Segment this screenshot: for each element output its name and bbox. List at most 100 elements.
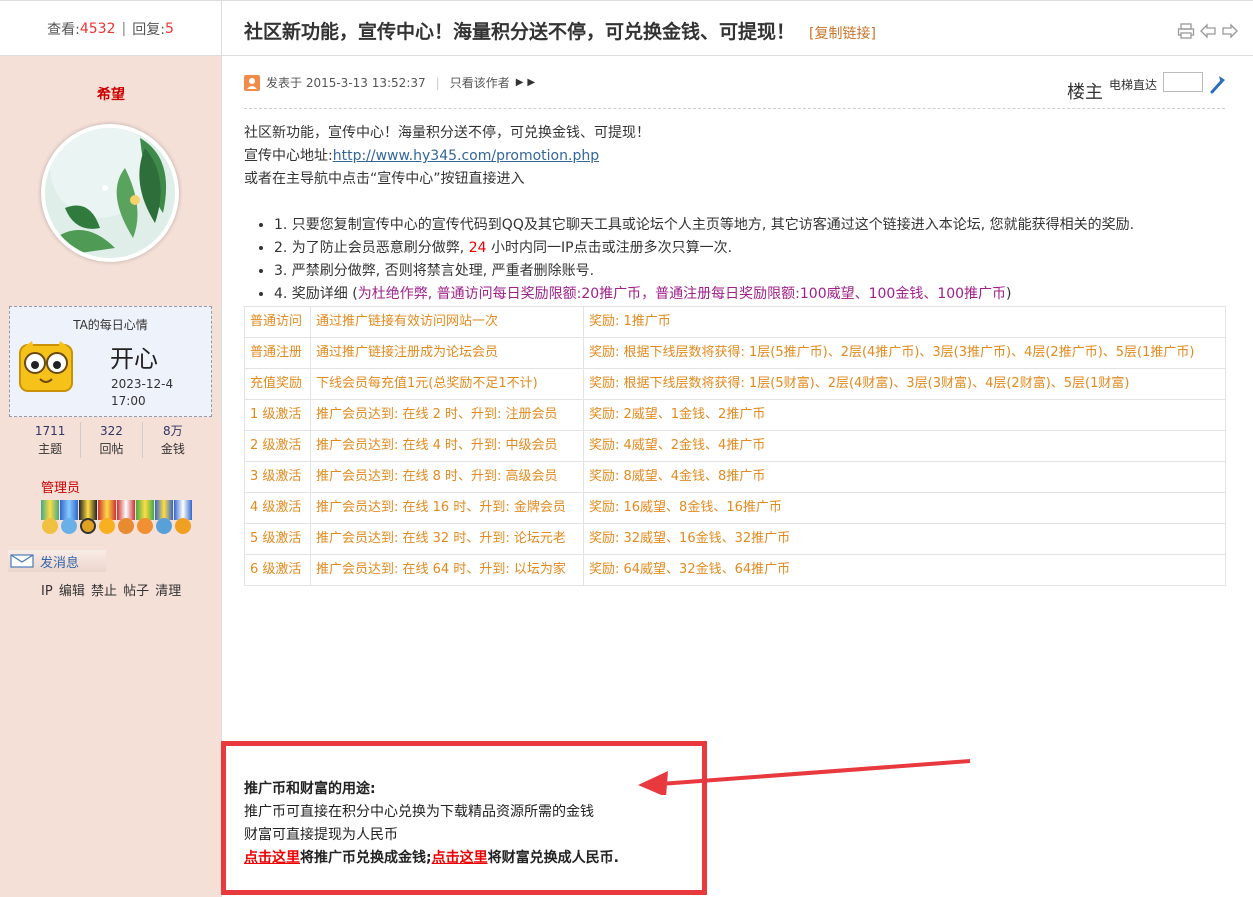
usage-line-2: 财富可直接提现为人民币 [244,827,398,843]
table-row: 普通访问 通过推广链接有效访问网站一次 奖励: 1推广币 [244,306,1226,338]
thread-tools [1177,23,1239,39]
author-sidebar: 希望 TA的每日心情 开心 2023-12-4 17:00 1711 主题 32… [0,56,222,897]
table-cell-reward: 奖励: 2威望、1金钱、2推广币 [583,399,1226,431]
table-cell-reward: 奖励: 64威望、32金钱、64推广币 [583,554,1226,586]
table-row: 3 级激活 推广会员达到: 在线 8 时、升到: 高级会员 奖励: 8威望、4金钱、… [244,461,1226,493]
exchange-money-link[interactable]: 点击这里 [244,850,300,866]
rule-item: 4. 奖励详细 (为杜绝作弊, 普通访问每日奖励限额:20推广币，普通注册每日奖… [274,283,1134,306]
stat-money[interactable]: 8万 金钱 [143,422,203,458]
table-row: 5 级激活 推广会员达到: 在线 32 时、升到: 论坛元老 奖励: 32威望、16… [244,523,1226,555]
avatar-image [45,128,175,258]
owl-mood-icon [19,341,73,392]
stat-threads[interactable]: 1711 主题 [20,422,82,458]
usage-links-line: 点击这里将推广币兑换成金钱;点击这里将财富兑换成人民币. [244,850,619,866]
views-count: 4532 [79,20,116,37]
table-cell-reward: 奖励: 32威望、16金钱、32推广币 [583,523,1226,555]
stat-value: 322 [100,424,123,438]
table-cell-reward: 奖励: 1推广币 [583,306,1226,338]
medal-icon [98,500,116,538]
medals [41,500,196,538]
replies-count: 5 [164,20,174,37]
order-arrows-icon[interactable]: ▶▶ [516,77,539,88]
send-message-label: 发消息 [40,555,80,571]
exchange-rmb-link[interactable]: 点击这里 [432,850,488,866]
table-cell-cond: 通过推广链接注册成为论坛会员 [310,337,584,369]
stat-posts[interactable]: 322 回帖 [81,422,143,458]
table-cell-reward: 奖励: 根据下线层数将获得: 1层(5推广币)、2层(4推广币)、3层(3推广币… [583,337,1226,369]
admin-link-posts[interactable]: 帖子 [123,584,149,599]
mood-timestamp: 2023-12-4 17:00 [111,376,173,410]
admin-links: IP 编辑 禁止 帖子 清理 [41,580,181,599]
only-author-link[interactable]: 只看该作者 [450,74,510,91]
floor-tools: 楼主 电梯直达 [1067,72,1227,104]
usage-section: 推广币和财富的用途: 推广币可直接在积分中心兑换为下载精品资源所需的金钱 财富可… [244,778,619,870]
post-nav-hint: 或者在主导航中点击“宣传中心”按钮直接进入 [244,171,525,187]
floor-label: 楼主 [1066,82,1103,103]
daily-mood-card: TA的每日心情 开心 2023-12-4 17:00 [9,306,212,417]
copy-link-button[interactable]: [复制链接] [809,26,876,42]
table-cell-type: 普通注册 [244,337,311,369]
stat-value: 8万 [163,424,183,438]
avatar[interactable] [41,124,179,262]
table-cell-type: 5 级激活 [244,523,311,555]
table-cell-cond: 推广会员达到: 在线 16 时、升到: 金牌会员 [310,492,584,524]
table-row: 普通注册 通过推广链接注册成为论坛会员 奖励: 根据下线层数将获得: 1层(5推广币… [244,337,1226,369]
post-body: 社区新功能，宣传中心！海量积分送不停，可兑换金钱、可提现！ 宣传中心地址:htt… [244,122,650,191]
post-meta: 发表于 2015-3-13 13:52:37 | 只看该作者 ▶▶ [244,74,539,91]
table-cell-cond: 推广会员达到: 在线 64 时、升到: 以坛为家 [310,554,584,586]
user-group[interactable]: 管理员 [41,477,80,496]
table-cell-reward: 奖励: 根据下线层数将获得: 1层(5财富)、2层(4财富)、3层(3财富)、4… [583,368,1226,400]
thread-header: 查看: 4532 | 回复: 5 社区新功能，宣传中心！海量积分送不停，可兑换金… [0,0,1253,56]
rule-hours: 24 [468,240,487,256]
admin-link-ban[interactable]: 禁止 [91,584,117,599]
mood-time: 17:00 [111,394,146,408]
mail-icon [10,554,34,568]
elevator-input[interactable] [1163,72,1203,92]
table-cell-type: 4 级激活 [244,492,311,524]
table-cell-cond: 下线会员每充值1元(总奖励不足1不计) [310,368,584,400]
annotation-arrow-icon [638,759,971,795]
usage-title: 推广币和财富的用途: [244,781,376,797]
table-cell-reward: 奖励: 16威望、8金钱、16推广币 [583,492,1226,524]
admin-link-edit[interactable]: 编辑 [59,584,85,599]
table-cell-cond: 推广会员达到: 在线 32 时、升到: 论坛元老 [310,523,584,555]
go-floor-icon[interactable] [1209,74,1227,94]
author-name[interactable]: 希望 [0,84,222,104]
rule-item: 1. 只要您复制宣传中心的宣传代码到QQ及其它聊天工具或论坛个人主页等地方, 其… [274,214,1134,237]
address-label: 宣传中心地址: [244,148,333,164]
medal-icon [155,500,173,538]
thread-stats: 查看: 4532 | 回复: 5 [0,1,222,56]
table-cell-reward: 奖励: 8威望、4金钱、8推广币 [583,461,1226,493]
reward-limit-note: 为杜绝作弊, 普通访问每日奖励限额:20推广币，普通注册每日奖励限额:100威望… [357,286,1007,302]
table-cell-type: 2 级激活 [244,430,311,462]
medal-icon [60,500,78,538]
table-cell-type: 6 级激活 [244,554,311,586]
table-cell-cond: 推广会员达到: 在线 4 时、升到: 中级会员 [310,430,584,462]
promotion-url-link[interactable]: http://www.hy345.com/promotion.php [333,148,599,164]
rewards-table: 普通访问 通过推广链接有效访问网站一次 奖励: 1推广币 普通注册 通过推广链接注册成为… [244,306,1226,586]
elevator-label: 电梯直达 [1108,78,1157,92]
medal-icon [79,500,97,538]
admin-link-ip[interactable]: IP [41,584,53,599]
usage-line-1: 推广币可直接在积分中心兑换为下载精品资源所需的金钱 [244,804,594,820]
author-stats: 1711 主题 322 回帖 8万 金钱 [20,422,203,458]
table-cell-cond: 通过推广链接有效访问网站一次 [310,306,584,338]
stat-label: 回帖 [99,442,124,456]
medal-icon [41,500,59,538]
admin-link-clean[interactable]: 清理 [155,584,181,599]
table-cell-reward: 奖励: 4威望、2金钱、4推广币 [583,430,1226,462]
send-message-button[interactable]: 发消息 [8,550,106,572]
medal-icon [117,500,135,538]
prev-thread-icon[interactable] [1199,23,1217,39]
post-time: 发表于 2015-3-13 13:52:37 [266,76,426,90]
next-thread-icon[interactable] [1221,23,1239,39]
medal-icon [136,500,154,538]
stat-value: 1711 [34,424,66,438]
mood-title: TA的每日心情 [73,318,148,332]
print-icon[interactable] [1177,23,1195,39]
stat-label: 主题 [38,442,63,456]
rule-item: 2. 为了防止会员恶意刷分做弊, 24 小时内同一IP点击或注册多次只算一次. [274,237,1134,260]
mood-text: 开心 [110,345,158,373]
table-row: 6 级激活 推广会员达到: 在线 64 时、升到: 以坛为家 奖励: 64威望、32… [244,554,1226,586]
table-row: 充值奖励 下线会员每充值1元(总奖励不足1不计) 奖励: 根据下线层数将获得: 1层… [244,368,1226,400]
